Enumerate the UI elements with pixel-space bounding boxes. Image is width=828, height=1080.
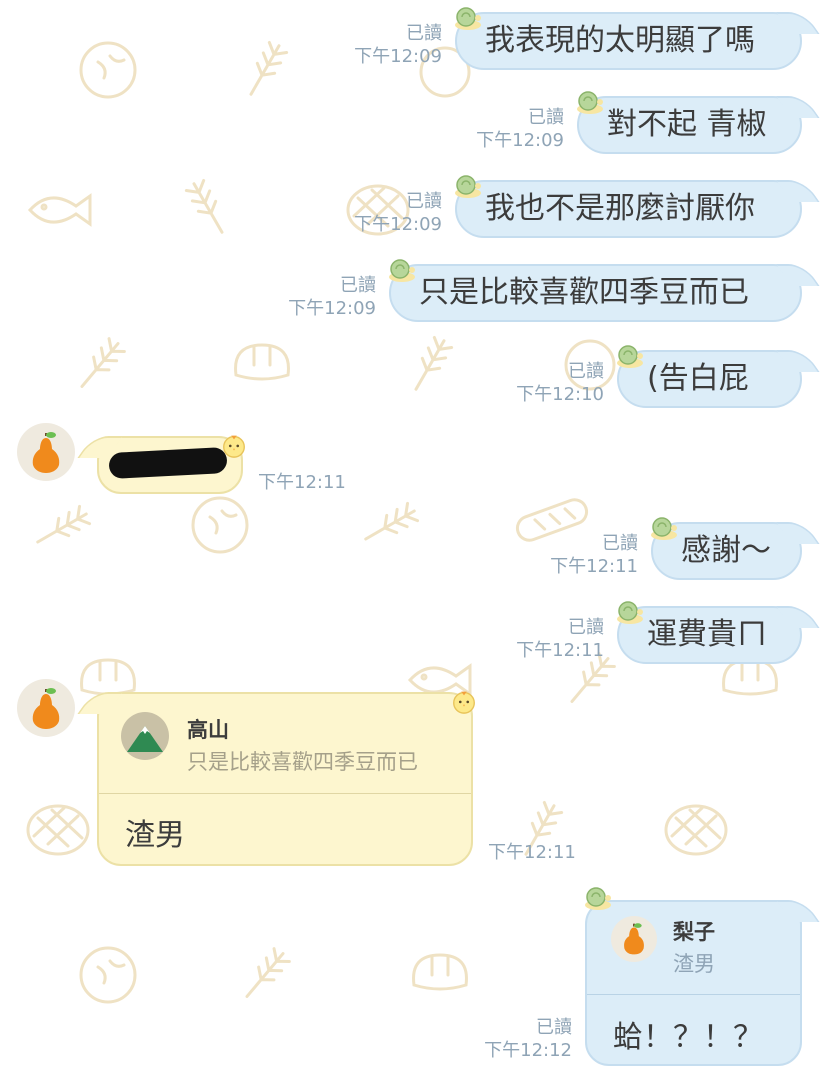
message-meta: 已讀 下午12:09 — [354, 190, 442, 236]
message-text: 渣男 — [125, 818, 185, 853]
pear-icon — [32, 432, 60, 473]
read-receipt: 已讀 — [536, 1017, 572, 1038]
snail-icon — [455, 7, 481, 30]
quoted-text: 只是比較喜歡四季豆而已 — [187, 750, 418, 774]
chick-icon — [223, 435, 245, 458]
read-receipt: 已讀 — [340, 275, 376, 296]
snail-icon — [585, 887, 611, 910]
quoted-message[interactable]: 梨子 渣男 — [587, 902, 800, 995]
snail-icon — [389, 259, 415, 282]
timestamp: 下午12:11 — [488, 842, 576, 863]
read-receipt: 已讀 — [602, 533, 638, 554]
message-meta: 已讀 下午12:09 — [476, 106, 564, 152]
message-meta: 已讀 下午12:11 — [516, 616, 604, 662]
message-text: 運費貴ㄇ — [647, 617, 767, 652]
message-text: 蛤！？！？ — [613, 1020, 763, 1055]
message-text: 只是比較喜歡四季豆而已 — [419, 275, 749, 310]
message-meta: 已讀 下午12:09 — [354, 22, 442, 68]
message-bubble[interactable]: 只是比較喜歡四季豆而已 — [389, 264, 802, 322]
reply-message-bubble[interactable]: 梨子 渣男 蛤！？！？ — [585, 900, 802, 1066]
message-text: (告白屁 — [647, 361, 749, 396]
message-bubble[interactable]: 運費貴ㄇ — [617, 606, 802, 664]
read-receipt: 已讀 — [406, 23, 442, 44]
timestamp: 下午12:12 — [484, 1040, 572, 1061]
read-receipt: 已讀 — [406, 191, 442, 212]
timestamp: 下午12:09 — [354, 46, 442, 67]
read-receipt: 已讀 — [568, 361, 604, 382]
message-meta: 已讀 下午12:11 — [550, 532, 638, 578]
reply-message-bubble[interactable]: 高山 只是比較喜歡四季豆而已 渣男 — [97, 692, 473, 866]
message-text: 我也不是那麼討厭你 — [485, 191, 755, 226]
snail-icon — [577, 91, 603, 114]
quoted-sender-name: 梨子 — [673, 920, 715, 944]
snail-icon — [455, 175, 481, 198]
message-text: 我表現的太明顯了嗎 — [485, 23, 755, 58]
timestamp: 下午12:11 — [550, 556, 638, 577]
chat-log: 我表現的太明顯了嗎 已讀 下午12:09 對不起 青椒 已讀 下午12:09 我… — [0, 0, 828, 1080]
message-bubble[interactable]: (告白屁 — [617, 350, 802, 408]
read-receipt: 已讀 — [568, 617, 604, 638]
quoted-sender-name: 高山 — [187, 718, 229, 742]
timestamp: 下午12:09 — [354, 214, 442, 235]
contact-avatar[interactable] — [17, 423, 75, 481]
timestamp: 下午12:09 — [476, 130, 564, 151]
timestamp: 下午12:10 — [516, 384, 604, 405]
message-text: 感謝～ — [681, 533, 771, 568]
message-bubble[interactable]: 我表現的太明顯了嗎 — [455, 12, 802, 70]
quoted-message[interactable]: 高山 只是比較喜歡四季豆而已 — [99, 694, 471, 794]
snail-icon — [617, 601, 643, 624]
timestamp: 下午12:11 — [258, 472, 346, 493]
message-bubble[interactable]: 對不起 青椒 — [577, 96, 802, 154]
chick-icon — [453, 691, 475, 714]
quoted-text: 渣男 — [673, 952, 715, 976]
redaction-scribble — [108, 446, 228, 480]
snail-icon — [651, 517, 677, 540]
message-meta: 已讀 下午12:09 — [288, 274, 376, 320]
mountain-icon — [121, 712, 169, 760]
contact-avatar[interactable] — [17, 679, 75, 737]
message-meta: 已讀 下午12:10 — [516, 360, 604, 406]
pear-icon — [611, 916, 657, 962]
timestamp: 下午12:11 — [516, 640, 604, 661]
pear-icon — [32, 688, 60, 729]
snail-icon — [617, 345, 643, 368]
message-meta: 已讀 下午12:12 — [484, 1016, 572, 1062]
message-bubble[interactable]: 我也不是那麼討厭你 — [455, 180, 802, 238]
read-receipt: 已讀 — [528, 107, 564, 128]
timestamp: 下午12:09 — [288, 298, 376, 319]
message-text: 對不起 青椒 — [607, 107, 767, 142]
